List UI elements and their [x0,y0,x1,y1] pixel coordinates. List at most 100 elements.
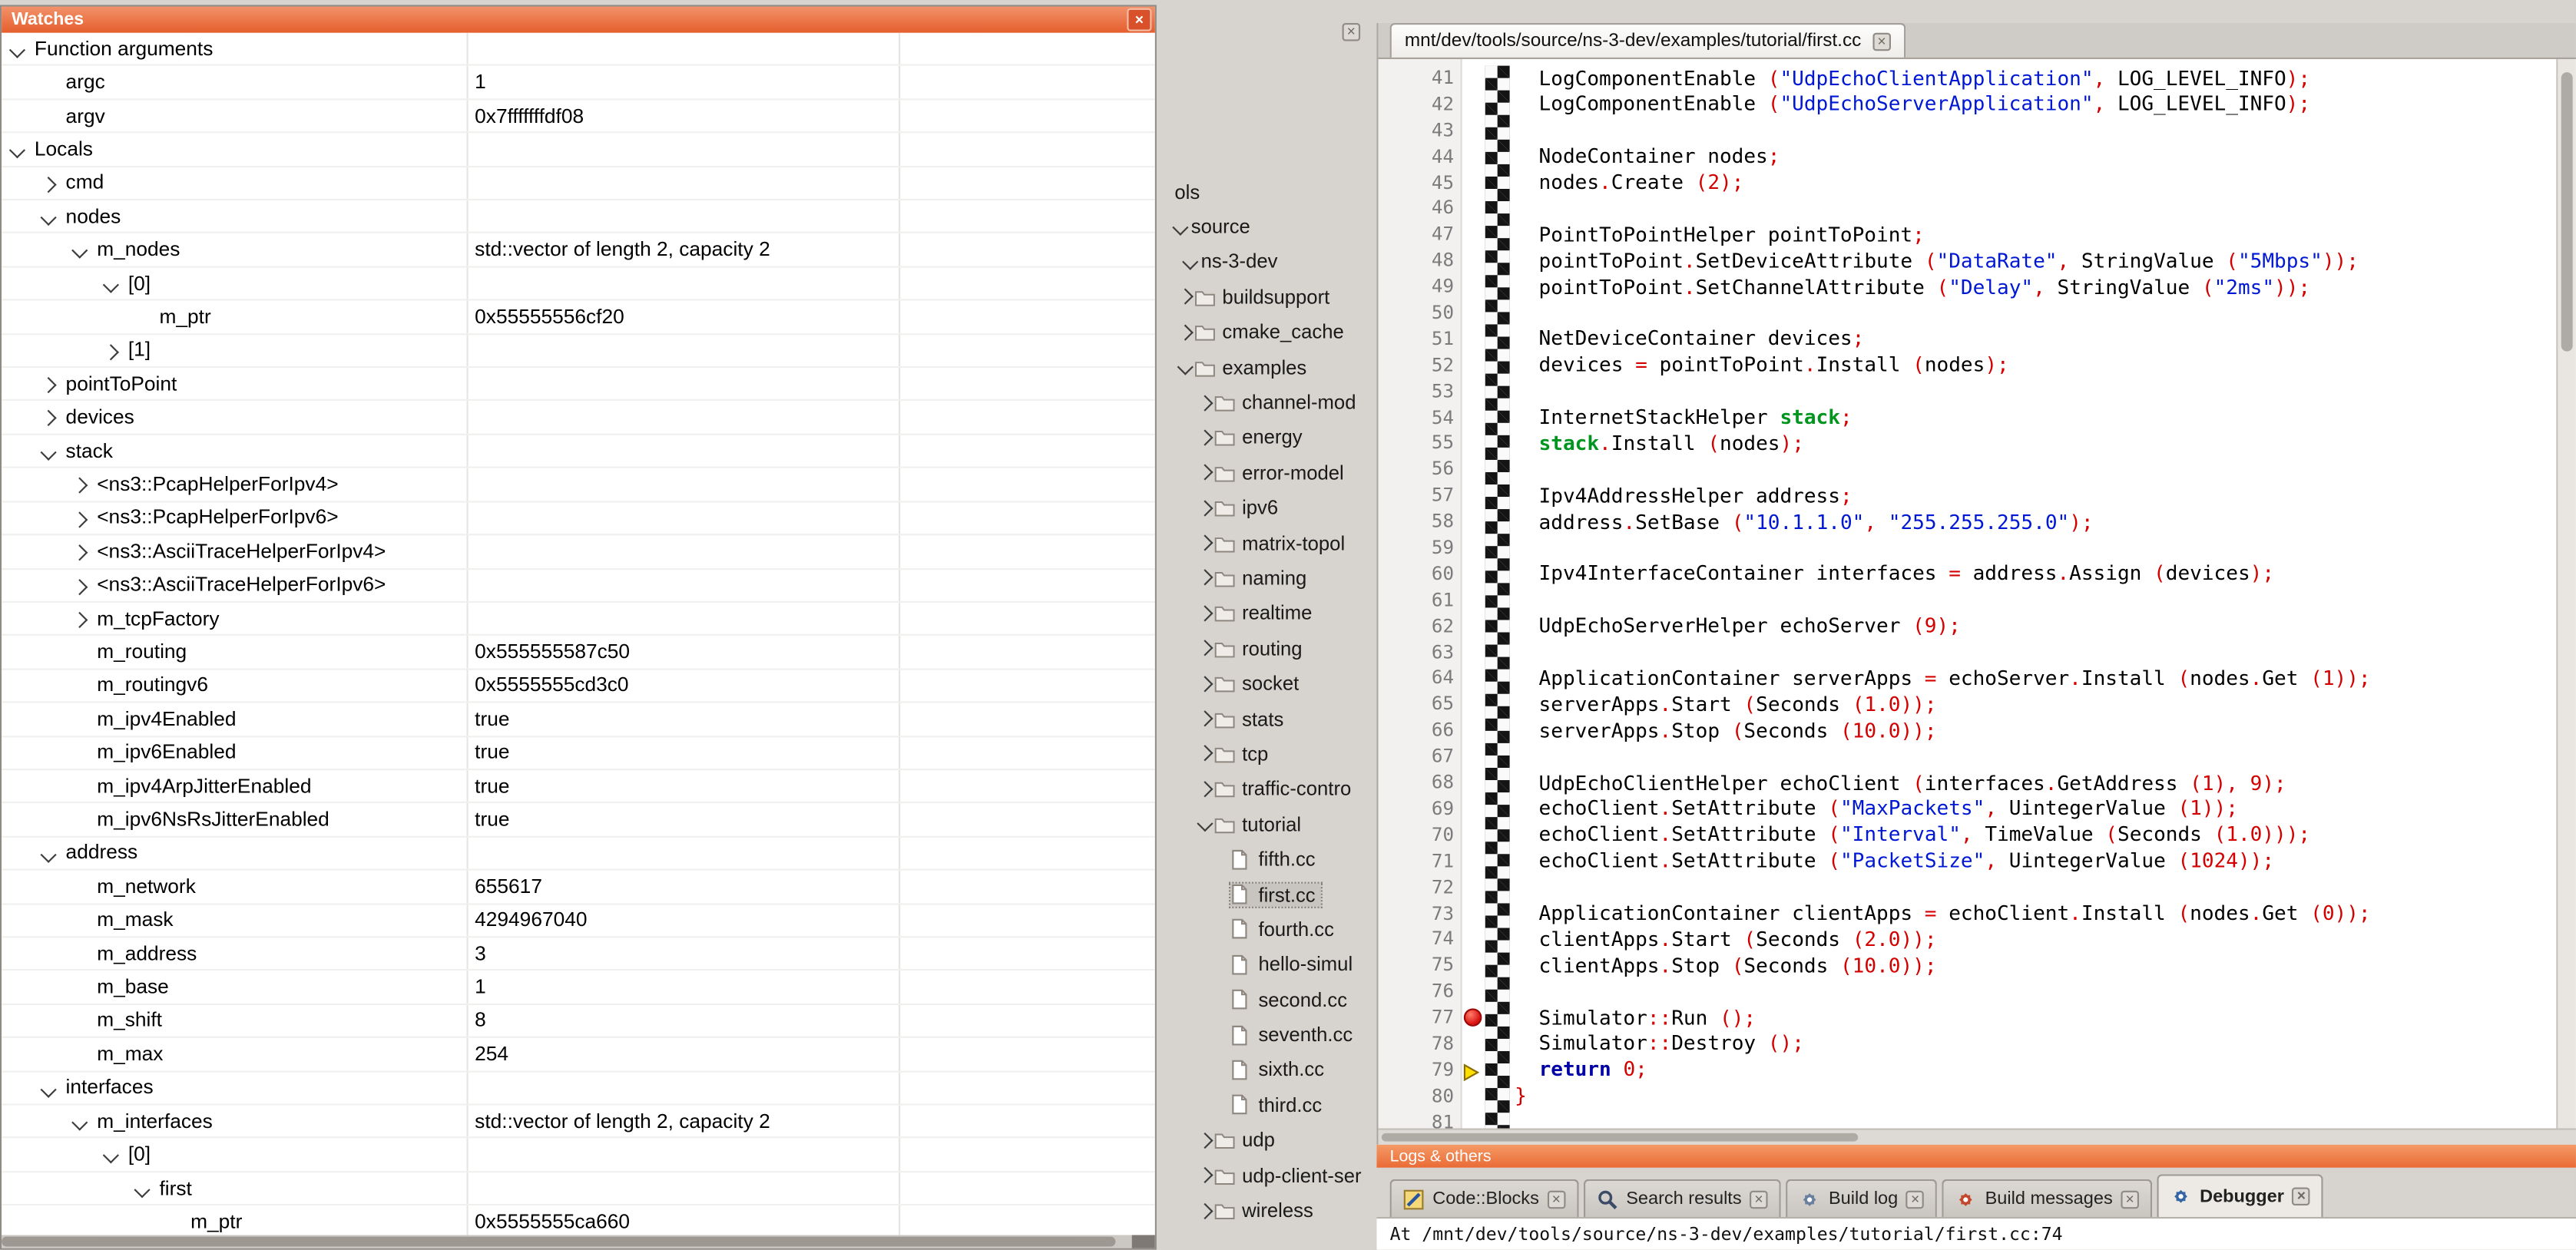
expander-collapsed-icon[interactable] [71,612,88,628]
watch-row[interactable]: Function arguments [2,33,1155,67]
code-area[interactable]: 41 LogComponentEnable ("UdpEchoClientApp… [1379,59,2576,1128]
watch-row[interactable]: m_interfacesstd::vector of length 2, cap… [2,1106,1155,1139]
watch-row[interactable]: <ns3::PcapHelperForIpv6> [2,502,1155,536]
expander-expanded-icon[interactable] [103,276,119,293]
scrollbar-thumb[interactable] [1382,1133,1858,1142]
expander-collapsed-icon[interactable] [1196,607,1214,619]
expander-collapsed-icon[interactable] [71,478,88,494]
watch-row[interactable]: m_ipv4ArpJitterEnabledtrue [2,770,1155,804]
tree-item-seventh-cc[interactable]: seventh.cc [1157,1017,1373,1053]
code-line[interactable]: 51 NetDeviceContainer devices; [1379,326,2557,352]
close-icon[interactable]: × [1872,32,1891,51]
code-line[interactable]: 69 echoClient.SetAttribute ("MaxPackets"… [1379,796,2557,822]
tree-item-ipv6[interactable]: ipv6 [1157,491,1373,526]
expander-expanded-icon[interactable] [41,1081,57,1097]
logs-panel-title[interactable]: Logs & others [1376,1145,2575,1168]
code-line[interactable]: 59 [1379,535,2557,561]
close-icon[interactable]: × [1343,22,1361,41]
code-line[interactable]: 76 [1379,979,2557,1005]
tree-item-buildsupport[interactable]: buildsupport [1157,279,1373,315]
tree-item-udp-client-ser[interactable]: udp-client-ser [1157,1158,1373,1193]
watch-row[interactable]: m_ipv6Enabledtrue [2,736,1155,770]
watch-row[interactable]: m_address3 [2,938,1155,971]
expander-expanded-icon[interactable] [41,444,57,460]
code-line[interactable]: 45 nodes.Create (2); [1379,170,2557,197]
code-line[interactable]: 44 NodeContainer nodes; [1379,144,2557,170]
code-line[interactable]: 77 Simulator::Run (); [1379,1005,2557,1031]
tree-item-routing[interactable]: routing [1157,631,1373,666]
tree-item-energy[interactable]: energy [1157,420,1373,455]
expander-collapsed-icon[interactable] [103,343,119,359]
tree-item-tcp[interactable]: tcp [1157,736,1373,772]
code-line[interactable]: 67 [1379,744,2557,770]
watch-row[interactable]: interfaces [2,1072,1155,1106]
tree-item-naming[interactable]: naming [1157,561,1373,596]
tree-item-ns-3-dev[interactable]: ns-3-dev [1157,244,1373,279]
expander-collapsed-icon[interactable] [1196,643,1214,654]
expander-collapsed-icon[interactable] [1196,748,1214,759]
logs-tab-code-blocks[interactable]: Code::Blocks× [1390,1179,1579,1217]
tree-item-cmake-cache[interactable]: cmake_cache [1157,315,1373,350]
code-line[interactable]: 42 LogComponentEnable ("UdpEchoServerApp… [1379,92,2557,118]
expander-collapsed-icon[interactable] [1177,326,1195,338]
code-line[interactable]: 46 [1379,197,2557,223]
expander-expanded-icon[interactable] [9,143,25,159]
code-line[interactable]: 49 pointToPoint.SetChannelAttribute ("De… [1379,274,2557,300]
expander-expanded-icon[interactable] [41,846,57,862]
tree-item-examples[interactable]: examples [1157,350,1373,385]
watch-row[interactable]: [0] [2,1139,1155,1172]
tree-item-source[interactable]: source [1157,209,1373,244]
code-line[interactable]: 68 UdpEchoClientHelper echoClient (inter… [1379,770,2557,796]
watch-row[interactable]: m_max254 [2,1038,1155,1072]
close-icon[interactable]: × [1548,1190,1566,1209]
code-line[interactable]: 66 serverApps.Stop (Seconds (10.0)); [1379,718,2557,744]
expander-collapsed-icon[interactable] [41,176,57,192]
watch-row[interactable]: m_tcpFactory [2,603,1155,637]
breakpoint-icon[interactable] [1464,1008,1482,1027]
scrollbar-thumb[interactable] [2561,72,2573,352]
expander-collapsed-icon[interactable] [1196,1134,1214,1146]
watch-row[interactable]: m_ipv4Enabledtrue [2,703,1155,737]
close-icon[interactable]: × [1906,1190,1925,1209]
watch-row[interactable]: m_network655617 [2,871,1155,904]
expander-expanded-icon[interactable] [134,1182,150,1198]
expander-collapsed-icon[interactable] [71,544,88,561]
code-line[interactable]: 81 [1379,1109,2557,1128]
logs-tab-build-log[interactable]: Build log× [1786,1179,1937,1217]
watches-horizontal-scrollbar[interactable] [2,1235,1155,1248]
tree-item-socket[interactable]: socket [1157,666,1373,701]
code-line[interactable]: 73 ApplicationContainer clientApps = ech… [1379,901,2557,927]
watch-row[interactable]: <ns3::AsciiTraceHelperForIpv4> [2,536,1155,570]
expander-collapsed-icon[interactable] [1196,1205,1214,1216]
code-line[interactable]: 41 LogComponentEnable ("UdpEchoClientApp… [1379,66,2557,92]
watch-row[interactable]: nodes [2,200,1155,234]
code-line[interactable]: 75 clientApps.Stop (Seconds (10.0)); [1379,953,2557,979]
code-line[interactable]: 58 address.SetBase ("10.1.1.0", "255.255… [1379,509,2557,535]
watch-row[interactable]: stack [2,435,1155,469]
code-line[interactable]: 52 devices = pointToPoint.Install (nodes… [1379,352,2557,379]
tree-item-hello-simul[interactable]: hello-simul [1157,947,1373,982]
watch-row[interactable]: first [2,1172,1155,1206]
watch-row[interactable]: cmd [2,167,1155,200]
code-line[interactable]: 50 [1379,300,2557,326]
watch-row[interactable]: [0] [2,267,1155,301]
expander-collapsed-icon[interactable] [1196,678,1214,689]
logs-tab-build-messages[interactable]: Build messages× [1942,1179,2152,1217]
watch-row[interactable]: m_mask4294967040 [2,904,1155,938]
editor-vertical-scrollbar[interactable] [2556,59,2576,1128]
code-line[interactable]: 80} [1379,1083,2557,1109]
code-line[interactable]: 47 PointToPointHelper pointToPoint; [1379,223,2557,249]
code-line[interactable]: 48 pointToPoint.SetDeviceAttribute ("Dat… [1379,248,2557,274]
tree-item-sixth-cc[interactable]: sixth.cc [1157,1053,1373,1088]
close-icon[interactable]: × [2121,1190,2139,1209]
code-line[interactable]: 62 UdpEchoServerHelper echoServer (9); [1379,613,2557,640]
code-line[interactable]: 72 [1379,875,2557,901]
watch-row[interactable]: m_base1 [2,971,1155,1005]
watch-row[interactable]: m_ptr0x55555556cf20 [2,301,1155,335]
tree-item-wireless[interactable]: wireless [1157,1193,1373,1229]
expander-collapsed-icon[interactable] [1177,291,1195,303]
expander-collapsed-icon[interactable] [1196,467,1214,478]
code-line[interactable]: 79 return 0; [1379,1057,2557,1083]
watch-row[interactable]: m_routingv60x5555555cd3c0 [2,670,1155,703]
expander-collapsed-icon[interactable] [1196,537,1214,549]
